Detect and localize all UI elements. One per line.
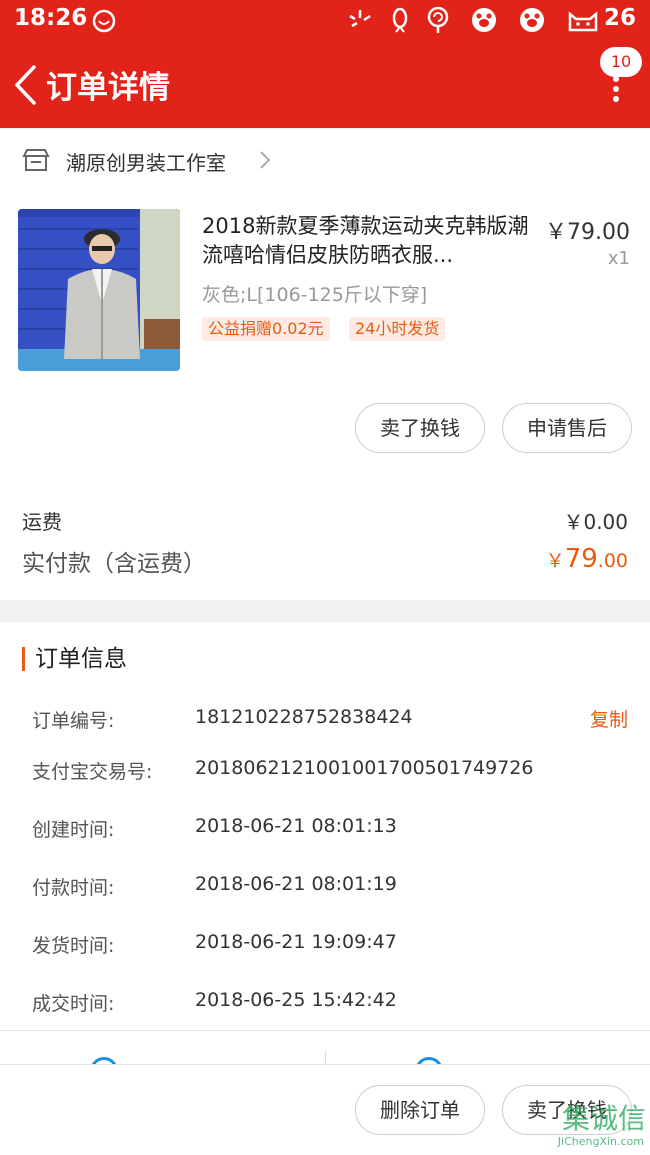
total-currency: ￥ bbox=[545, 550, 565, 572]
total-paid: ￥79.00 bbox=[546, 544, 628, 574]
created-time-label: 创建时间: bbox=[32, 819, 115, 841]
signal-icon bbox=[349, 10, 371, 28]
completed-time-label: 成交时间: bbox=[32, 993, 115, 1015]
watermark-text: 集诚信 bbox=[561, 1102, 646, 1135]
order-number-value: 181210228752838424 bbox=[195, 706, 413, 728]
contact-tabs bbox=[0, 1030, 650, 1066]
shipped-time-label: 发货时间: bbox=[32, 935, 115, 957]
more-icon[interactable] bbox=[612, 76, 620, 102]
shipped-time-value: 2018-06-21 19:09:47 bbox=[195, 931, 397, 953]
total-label: 实付款（含运费） bbox=[22, 551, 206, 577]
paw-icon bbox=[472, 8, 496, 32]
message-count-badge[interactable]: 10 bbox=[600, 47, 642, 77]
product-quantity: x1 bbox=[607, 248, 630, 269]
apply-aftersale-button[interactable]: 申请售后 bbox=[502, 403, 632, 453]
delete-order-button[interactable]: 删除订单 bbox=[355, 1085, 485, 1135]
product-image[interactable] bbox=[18, 209, 180, 371]
created-time-value: 2018-06-21 08:01:13 bbox=[195, 815, 397, 837]
total-integer: 79 bbox=[564, 544, 598, 574]
notification-icon bbox=[92, 9, 116, 33]
order-item[interactable]: 2018新款夏季薄款运动夹克韩版潮流嘻哈情侣皮肤防晒衣服... 灰色;L[106… bbox=[0, 192, 650, 392]
shipping-label: 运费 bbox=[22, 510, 62, 534]
paid-time-value: 2018-06-21 08:01:19 bbox=[195, 873, 397, 895]
copy-button[interactable]: 复制 bbox=[590, 705, 628, 732]
lollipop-icon bbox=[427, 6, 449, 33]
product-title: 2018新款夏季薄款运动夹克韩版潮流嘻哈情侣皮肤防晒衣服... bbox=[202, 214, 529, 267]
alipay-trade-value: 2018062121001001700501749726 bbox=[195, 757, 534, 779]
shipping-tag: 24小时发货 bbox=[349, 317, 446, 341]
paw-icon bbox=[520, 8, 544, 32]
chevron-right-icon bbox=[260, 151, 271, 169]
completed-time-value: 2018-06-25 15:42:42 bbox=[195, 989, 397, 1011]
status-bar: 18:26 26 bbox=[0, 0, 650, 42]
product-price: ￥79.00 bbox=[545, 220, 630, 245]
shop-row[interactable]: 潮原创男装工作室 bbox=[0, 128, 650, 192]
back-arrow-icon[interactable] bbox=[12, 64, 38, 106]
status-time: 18:26 bbox=[14, 5, 88, 31]
section-separator bbox=[0, 600, 650, 622]
sell-for-cash-button[interactable]: 卖了换钱 bbox=[355, 403, 485, 453]
paid-time-label: 付款时间: bbox=[32, 877, 115, 899]
product-sku: 灰色;L[106-125斤以下穿] bbox=[202, 284, 428, 306]
fish-icon bbox=[392, 7, 408, 33]
cat-icon bbox=[568, 11, 598, 32]
alipay-trade-label: 支付宝交易号: bbox=[32, 761, 153, 783]
total-decimal: .00 bbox=[597, 550, 628, 572]
shop-name: 潮原创男装工作室 bbox=[66, 151, 226, 175]
battery-level: 26 bbox=[603, 5, 636, 31]
page-title: 订单详情 bbox=[46, 70, 170, 106]
order-info-title: 订单信息 bbox=[22, 647, 127, 671]
order-number-label: 订单编号: bbox=[32, 710, 115, 732]
nav-bar: 订单详情 10 bbox=[0, 42, 650, 128]
watermark-logo: 集诚信 JiChengXin.com bbox=[530, 1097, 648, 1153]
shipping-value: ￥0.00 bbox=[563, 510, 628, 534]
store-icon bbox=[22, 149, 50, 171]
watermark-url: JiChengXin.com bbox=[557, 1135, 644, 1148]
charity-tag: 公益捐赠0.02元 bbox=[202, 317, 330, 341]
